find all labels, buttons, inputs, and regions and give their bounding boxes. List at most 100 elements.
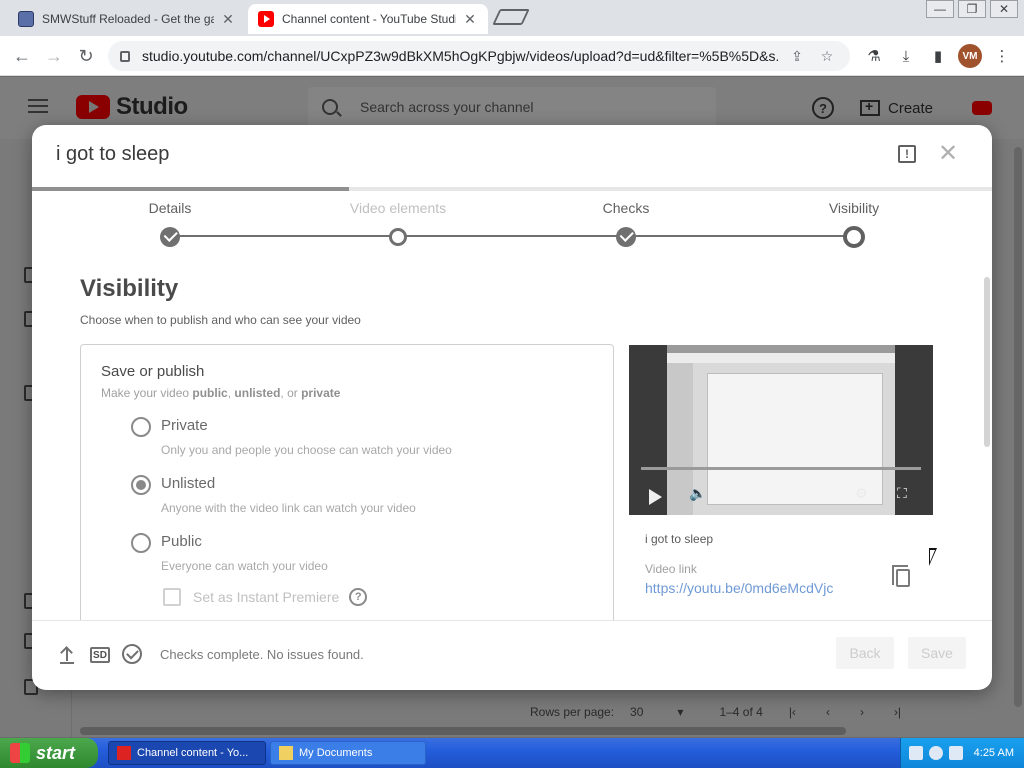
close-icon[interactable]: ✕ — [936, 139, 960, 169]
browser-toolbar: ← → ↻ studio.youtube.com/channel/UCxpPZ3… — [0, 36, 1024, 76]
step-visibility[interactable]: Visibility — [774, 195, 934, 248]
new-tab-button[interactable] — [492, 9, 530, 25]
save-or-publish-card: Save or publish Make your video public, … — [80, 344, 614, 620]
upload-arrow-icon — [60, 647, 74, 663]
stepper-line — [170, 235, 854, 237]
radio-public[interactable] — [131, 533, 151, 553]
channel-avatar[interactable] — [972, 101, 992, 115]
video-scrubber[interactable] — [641, 467, 921, 470]
chrome-app-icon — [117, 746, 131, 760]
preview-video-title: i got to sleep — [645, 532, 714, 546]
step-open-icon — [389, 228, 407, 246]
upload-progress-fill — [32, 187, 349, 191]
step-label: Video elements — [349, 200, 447, 216]
volume-tray-icon[interactable] — [949, 746, 963, 760]
restore-icon[interactable]: ❐ — [958, 0, 986, 18]
instant-premiere-checkbox[interactable] — [163, 588, 181, 606]
fullscreen-icon[interactable]: ⛶ — [897, 485, 907, 502]
sd-quality-badge: SD — [90, 647, 110, 663]
next-page-icon[interactable]: › — [860, 705, 864, 719]
back-arrow-icon[interactable]: ← — [10, 44, 34, 68]
dialog-scrollbar[interactable] — [984, 277, 990, 447]
forward-arrow-icon[interactable]: → — [42, 44, 66, 68]
option-label: Public — [161, 533, 202, 550]
url-text[interactable]: studio.youtube.com/channel/UCxpPZ3w9dBkX… — [142, 48, 778, 64]
browser-menu-icon[interactable]: ⋮ — [990, 44, 1014, 68]
start-button[interactable]: start — [0, 738, 98, 768]
step-check-icon — [160, 227, 180, 247]
video-preview-player[interactable]: 🔈 0:00 / 0:57 ⚙ ⛶ — [629, 345, 933, 515]
table-pager: Rows per page: 30 ▾ 1–4 of 4 |‹ ‹ › ›| — [530, 705, 901, 719]
browser-tab-youtube-studio[interactable]: Channel content - YouTube Studio ✕ — [248, 4, 488, 34]
taskbar-item-my-documents[interactable]: My Documents — [270, 741, 426, 765]
checks-status-text: Checks complete. No issues found. — [160, 647, 364, 662]
browser-tab-strip: SMWStuff Reloaded - Get the game ✕ Chann… — [0, 0, 1024, 36]
help-circle-icon[interactable]: ? — [349, 588, 368, 606]
prev-page-icon[interactable]: ‹ — [826, 705, 830, 719]
rows-dropdown-icon[interactable]: ▾ — [677, 705, 683, 719]
option-description: Anyone with the video link can watch you… — [161, 501, 416, 515]
step-label: Checks — [602, 200, 650, 216]
step-label: Details — [148, 200, 192, 216]
keyboard-tray-icon[interactable] — [909, 746, 923, 760]
card-title: Save or publish — [101, 363, 205, 380]
profile-avatar[interactable]: VM — [958, 44, 982, 68]
address-bar[interactable]: studio.youtube.com/channel/UCxpPZ3w9dBkX… — [108, 41, 850, 71]
browser-tab-smwstuff[interactable]: SMWStuff Reloaded - Get the game ✕ — [8, 4, 246, 34]
page-vertical-scrollbar[interactable] — [1014, 147, 1022, 707]
window-close-icon[interactable]: ✕ — [990, 0, 1018, 18]
side-panel-icon[interactable]: ▮ — [926, 44, 950, 68]
back-button[interactable]: Back — [836, 637, 894, 669]
option-label: Unlisted — [161, 475, 216, 492]
create-label: Create — [888, 99, 934, 117]
create-button[interactable]: Create — [860, 95, 933, 121]
copy-icon[interactable] — [892, 565, 910, 587]
tray-collapse-icon[interactable] — [929, 746, 943, 760]
radio-unlisted[interactable] — [131, 475, 151, 495]
reload-icon[interactable]: ↻ — [74, 44, 98, 68]
help-icon[interactable]: ? — [812, 97, 834, 119]
step-details[interactable]: Details — [90, 195, 250, 247]
download-icon[interactable]: ⤓ — [894, 44, 918, 68]
step-current-icon — [843, 226, 865, 248]
radio-private[interactable] — [131, 417, 151, 437]
instant-premiere-row[interactable]: Set as Instant Premiere ? — [163, 588, 368, 606]
rows-per-page-label: Rows per page: — [530, 705, 615, 719]
player-controls: 🔈 0:00 / 0:57 ⚙ ⛶ — [629, 481, 933, 511]
upload-base — [60, 662, 74, 664]
visibility-heading: Visibility — [80, 275, 179, 302]
last-page-icon[interactable]: ›| — [894, 705, 901, 719]
save-button[interactable]: Save — [908, 637, 966, 669]
lock-icon[interactable] — [120, 50, 130, 62]
share-icon[interactable]: ⇪ — [786, 48, 808, 65]
minimize-icon[interactable]: — — [926, 0, 954, 18]
volume-icon[interactable]: 🔈 — [689, 485, 706, 502]
create-video-icon — [860, 98, 880, 116]
tab-close-icon[interactable]: ✕ — [220, 11, 236, 28]
studio-search-bar[interactable]: Search across your channel — [308, 87, 716, 127]
youtube-logo-icon[interactable] — [76, 95, 110, 119]
mouse-pointer-icon — [929, 548, 937, 566]
dialog-body: Visibility Choose when to publish and wh… — [32, 255, 992, 620]
dialog-footer: SD Checks complete. No issues found. Bac… — [32, 620, 992, 690]
bookmark-star-icon[interactable]: ☆ — [816, 48, 838, 65]
horizontal-scrollbar[interactable] — [80, 727, 846, 735]
thumb-bar — [667, 345, 895, 353]
rows-per-page-select[interactable]: 30 — [630, 705, 643, 719]
report-issue-icon[interactable]: ! — [898, 145, 916, 163]
hamburger-menu-icon[interactable] — [28, 99, 48, 113]
tab-close-icon[interactable]: ✕ — [462, 11, 478, 28]
studio-brand[interactable]: Studio — [116, 93, 188, 121]
taskbar-item-chrome[interactable]: Channel content - Yo... — [108, 741, 266, 765]
play-icon[interactable] — [649, 489, 662, 505]
labs-flask-icon[interactable]: ⚗ — [862, 44, 886, 68]
settings-gear-icon[interactable]: ⚙ — [855, 485, 868, 502]
step-checks[interactable]: Checks — [546, 195, 706, 247]
option-label: Private — [161, 417, 208, 434]
task-label: Channel content - Yo... — [137, 747, 249, 759]
first-page-icon[interactable]: |‹ — [789, 705, 796, 719]
video-link[interactable]: https://youtu.be/0md6eMcdVjc — [645, 580, 833, 596]
start-label: start — [36, 742, 76, 763]
step-video-elements[interactable]: Video elements — [318, 195, 478, 246]
video-time: 0:00 / 0:57 — [725, 489, 787, 504]
